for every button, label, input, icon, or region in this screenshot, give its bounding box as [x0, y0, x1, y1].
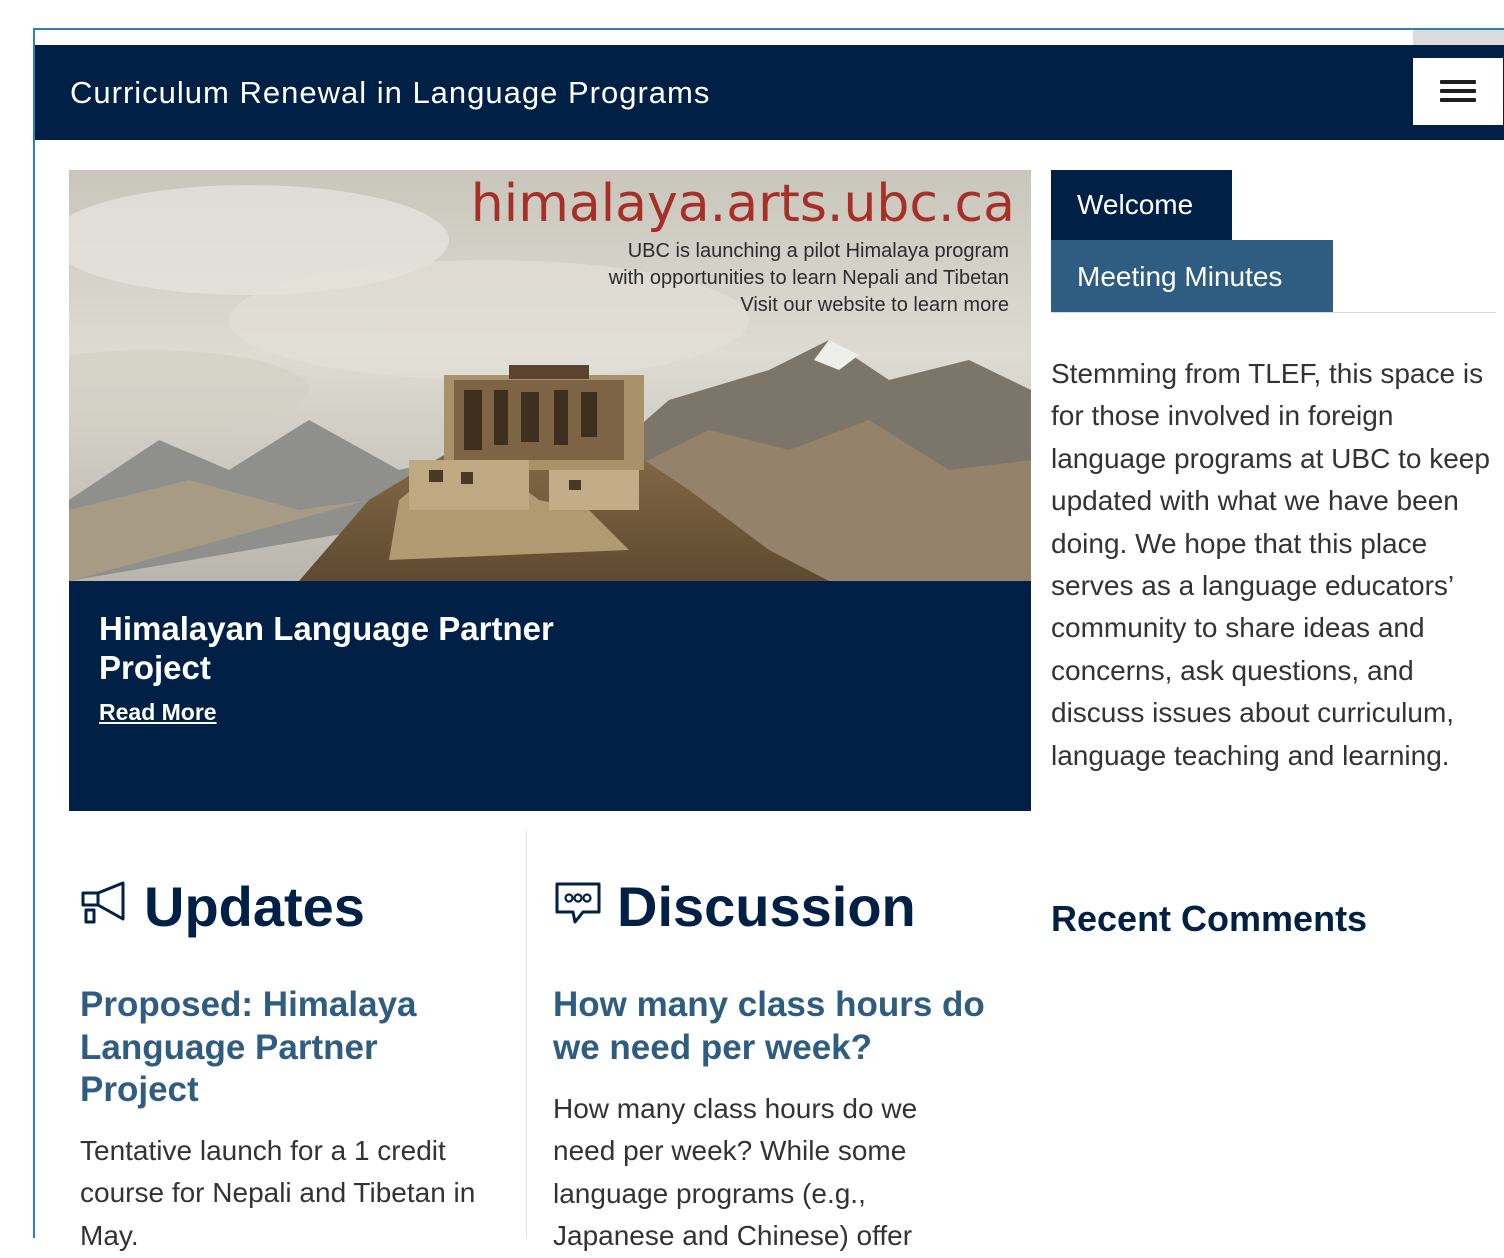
site-title[interactable]: Curriculum Renewal in Language Programs: [70, 75, 710, 111]
updates-heading-label: Updates: [144, 875, 365, 938]
updates-section: Updates Proposed: Himalaya Language Part…: [80, 872, 500, 1251]
column-divider: [526, 830, 527, 1238]
discussion-post-excerpt: How many class hours do we need per week…: [553, 1093, 918, 1252]
discussion-post-title[interactable]: How many class hours do we need per week…: [553, 984, 993, 1069]
discussion-section: Discussion How many class hours do we ne…: [553, 872, 993, 1251]
hero-image-line: with opportunities to learn Nepali and T…: [608, 267, 1009, 289]
tab-divider: [1051, 312, 1496, 313]
updates-post-excerpt: Tentative launch for a 1 credit course f…: [80, 1135, 476, 1251]
recent-comments-heading: Recent Comments: [1051, 898, 1368, 939]
hamburger-menu-icon: [1440, 80, 1476, 102]
hero-caption: Himalayan Language Partner Project Read …: [69, 581, 1031, 811]
menu-toggle-button[interactable]: [1413, 58, 1503, 125]
hero-banner: himalaya.arts.ubc.ca UBC is launching a …: [69, 170, 1031, 811]
speech-bubble-icon: [555, 882, 601, 924]
megaphone-icon: [81, 881, 125, 924]
tab-meeting-minutes[interactable]: Meeting Minutes: [1051, 240, 1333, 313]
updates-post-title[interactable]: Proposed: Himalaya Language Partner Proj…: [80, 984, 500, 1112]
hero-image-line: Visit our website to learn more: [740, 294, 1009, 316]
hero-image[interactable]: himalaya.arts.ubc.ca UBC is launching a …: [69, 170, 1031, 581]
site-header: Curriculum Renewal in Language Programs: [35, 45, 1504, 140]
discussion-heading: Discussion: [553, 872, 993, 942]
tab-welcome[interactable]: Welcome: [1051, 170, 1232, 240]
hero-image-line: UBC is launching a pilot Himalaya progra…: [627, 240, 1009, 262]
discussion-heading-label: Discussion: [617, 875, 916, 938]
read-more-link[interactable]: Read More: [99, 699, 217, 726]
scrollbar-corner: [1413, 30, 1504, 46]
welcome-text: Stemming from TLEF, this space is for th…: [1051, 358, 1490, 771]
updates-heading: Updates: [80, 872, 500, 942]
hero-title[interactable]: Himalayan Language Partner Project: [99, 609, 659, 687]
hero-domain-text: himalaya.arts.ubc.ca: [470, 174, 1015, 234]
